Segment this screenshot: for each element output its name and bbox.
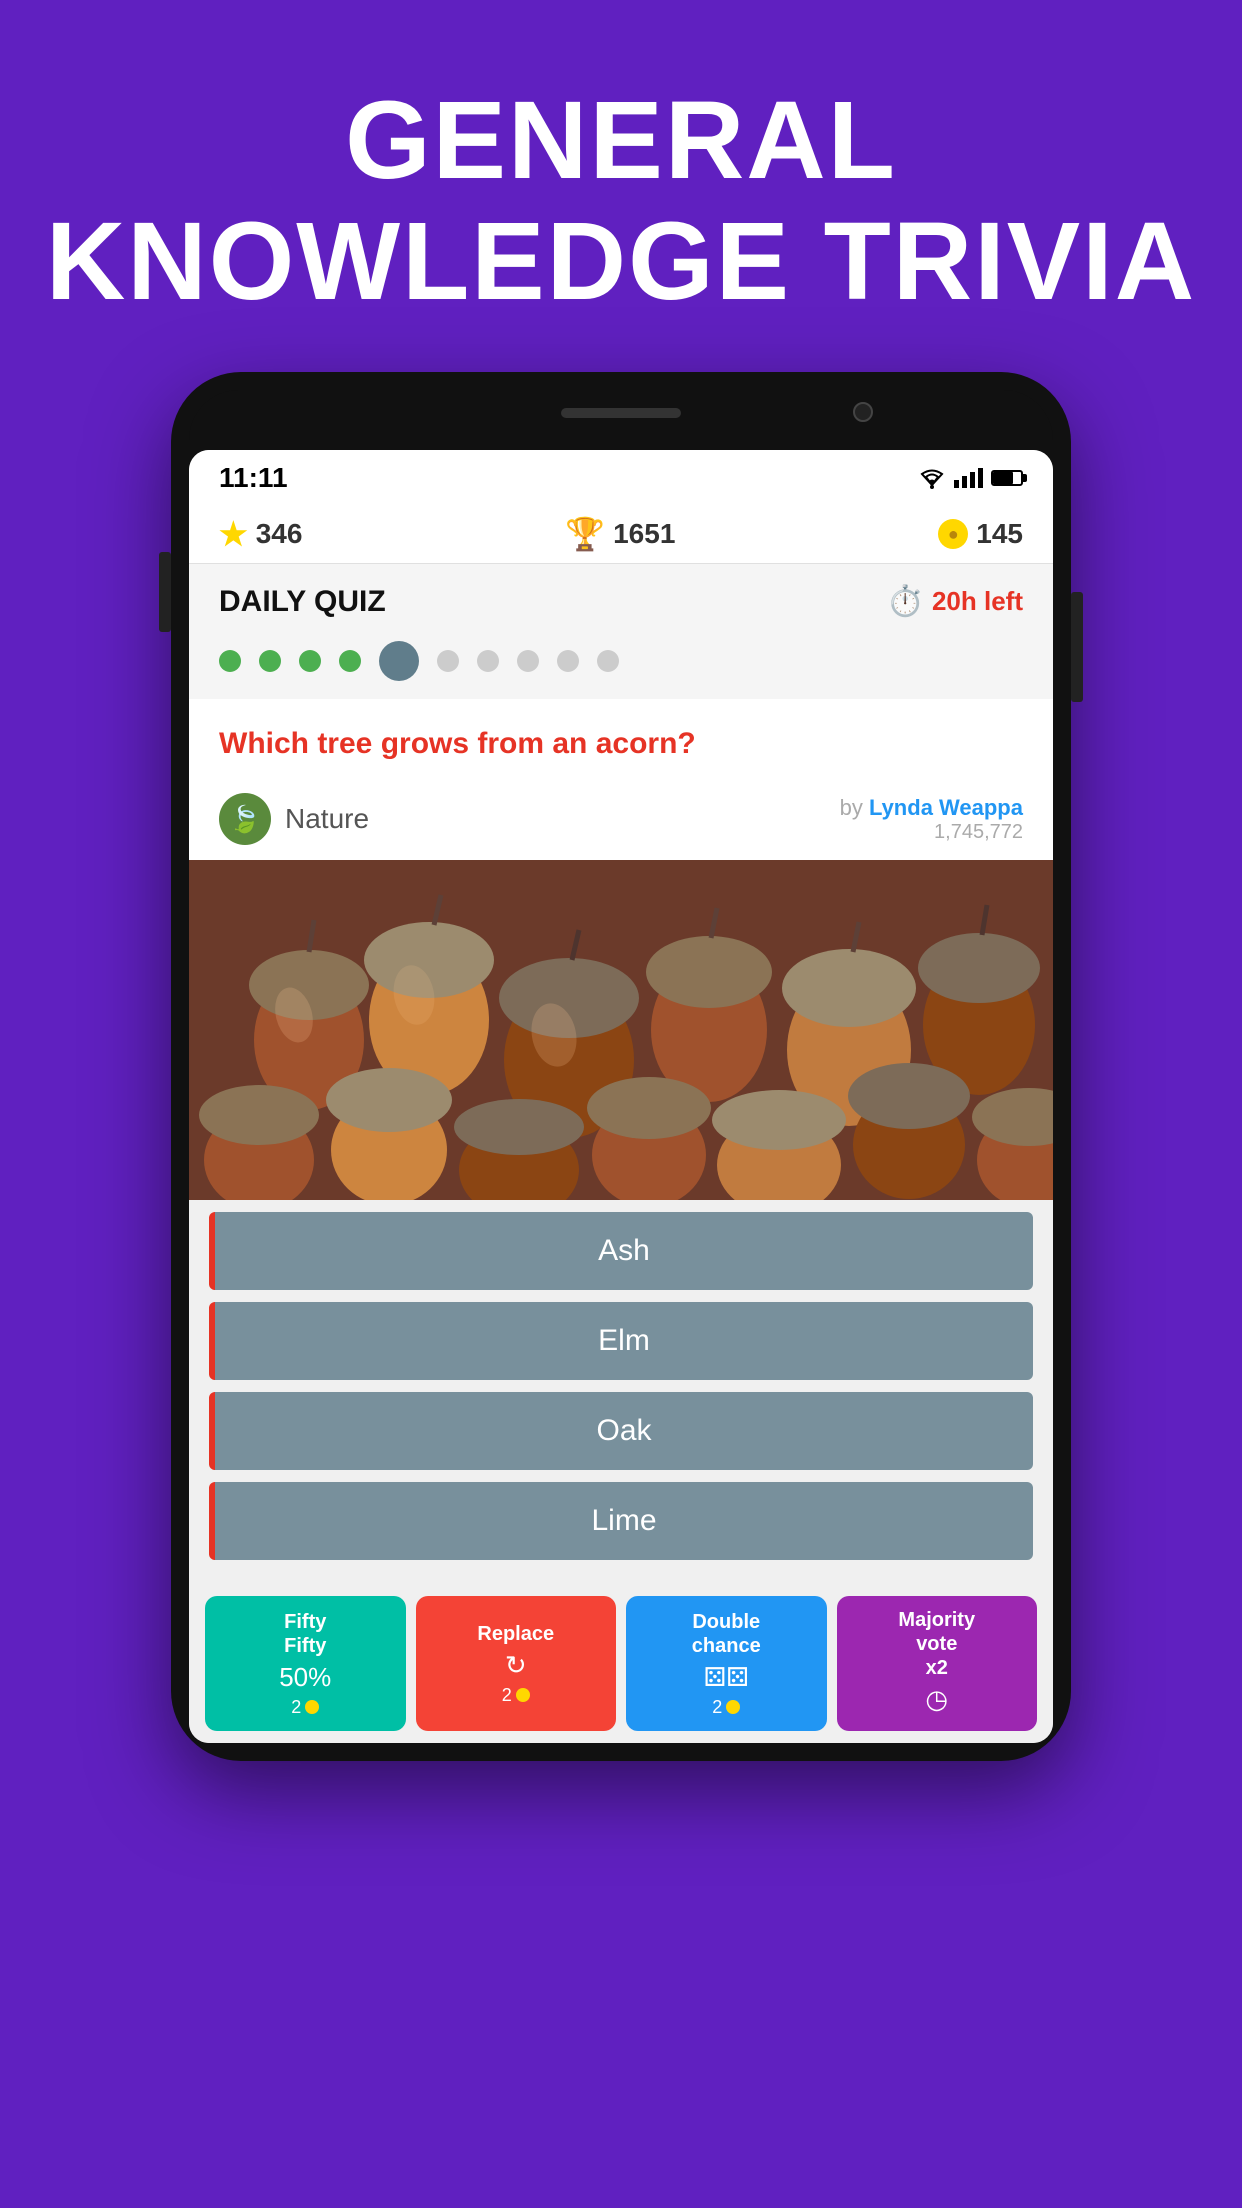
dot-1 bbox=[219, 650, 241, 672]
fifty-icon: 50% bbox=[279, 1662, 331, 1693]
dot-5-current bbox=[379, 641, 419, 681]
fifty-cost: 2 bbox=[291, 1697, 319, 1718]
dot-6 bbox=[437, 650, 459, 672]
lifeline-double-chance[interactable]: Double chance ⚄⚄ 2 bbox=[626, 1596, 827, 1731]
majority-icon: ◷ bbox=[925, 1684, 948, 1715]
dot-2 bbox=[259, 650, 281, 672]
dot-4 bbox=[339, 650, 361, 672]
replace-icon: ↻ bbox=[505, 1650, 527, 1681]
phone-mockup: 11:11 bbox=[171, 372, 1071, 1761]
phone-speaker bbox=[561, 408, 681, 418]
score-bar: ★ 346 🏆 1651 ● 145 bbox=[189, 505, 1053, 564]
answer-ash[interactable]: Ash bbox=[209, 1212, 1033, 1290]
power-button bbox=[1071, 592, 1083, 702]
phone-notch bbox=[189, 390, 1053, 450]
stars-score: ★ 346 bbox=[219, 515, 302, 553]
wifi-icon bbox=[918, 467, 946, 489]
question-image bbox=[189, 860, 1053, 1200]
coin-icon: ● bbox=[938, 519, 968, 549]
phone-screen: 11:11 bbox=[189, 450, 1053, 1743]
replace-cost: 2 bbox=[502, 1685, 530, 1706]
progress-dots bbox=[189, 629, 1053, 699]
question-section: Which tree grows from an acorn? bbox=[189, 699, 1053, 778]
trophy-icon: 🏆 bbox=[565, 515, 605, 553]
dot-8 bbox=[517, 650, 539, 672]
coin-score: ● 145 bbox=[938, 518, 1023, 550]
volume-button bbox=[159, 552, 171, 632]
status-time: 11:11 bbox=[219, 462, 288, 494]
lifeline-fifty-fifty[interactable]: Fifty Fifty 50% 2 bbox=[205, 1596, 406, 1731]
dot-3 bbox=[299, 650, 321, 672]
author-play-count: 1,745,772 bbox=[840, 821, 1023, 844]
lifeline-bar: Fifty Fifty 50% 2 Replace ↻ 2 bbox=[189, 1584, 1053, 1743]
answers-section: Ash Elm Oak Lime bbox=[189, 1200, 1053, 1584]
category-name: Nature bbox=[285, 803, 369, 835]
cost-dot-2 bbox=[516, 1688, 530, 1702]
question-text: Which tree grows from an acorn? bbox=[219, 724, 1023, 763]
dot-10 bbox=[597, 650, 619, 672]
timer-icon: ⏱️ bbox=[887, 584, 924, 619]
double-cost: 2 bbox=[712, 1697, 740, 1718]
author-name: Lynda Weappa bbox=[869, 795, 1023, 820]
answer-oak[interactable]: Oak bbox=[209, 1392, 1033, 1470]
lifeline-majority-vote[interactable]: Majority vote x2 ◷ bbox=[837, 1596, 1038, 1731]
battery-icon bbox=[991, 470, 1023, 486]
dot-7 bbox=[477, 650, 499, 672]
double-icon: ⚄⚄ bbox=[704, 1662, 749, 1693]
daily-quiz-header: DAILY QUIZ ⏱️ 20h left bbox=[189, 564, 1053, 629]
answer-elm[interactable]: Elm bbox=[209, 1302, 1033, 1380]
status-bar: 11:11 bbox=[189, 450, 1053, 505]
cost-dot-3 bbox=[726, 1700, 740, 1714]
category-row: 🍃 Nature by Lynda Weappa 1,745,772 bbox=[189, 778, 1053, 860]
category-left: 🍃 Nature bbox=[219, 793, 369, 845]
lifeline-replace[interactable]: Replace ↻ 2 bbox=[416, 1596, 617, 1731]
daily-quiz-title: DAILY QUIZ bbox=[219, 585, 386, 619]
phone-camera bbox=[853, 402, 873, 422]
cost-dot-1 bbox=[305, 1700, 319, 1714]
status-icons bbox=[918, 467, 1023, 489]
acorn-illustration bbox=[189, 860, 1053, 1200]
category-badge: 🍃 bbox=[219, 793, 271, 845]
page-title: GENERAL KNOWLEDGE TRIVIA bbox=[46, 80, 1196, 322]
answer-lime[interactable]: Lime bbox=[209, 1482, 1033, 1560]
timer-badge: ⏱️ 20h left bbox=[887, 584, 1023, 619]
dot-9 bbox=[557, 650, 579, 672]
author-info: by Lynda Weappa 1,745,772 bbox=[840, 795, 1023, 844]
trophy-score: 🏆 1651 bbox=[565, 515, 675, 553]
signal-icon bbox=[954, 468, 983, 488]
star-icon: ★ bbox=[219, 515, 248, 553]
